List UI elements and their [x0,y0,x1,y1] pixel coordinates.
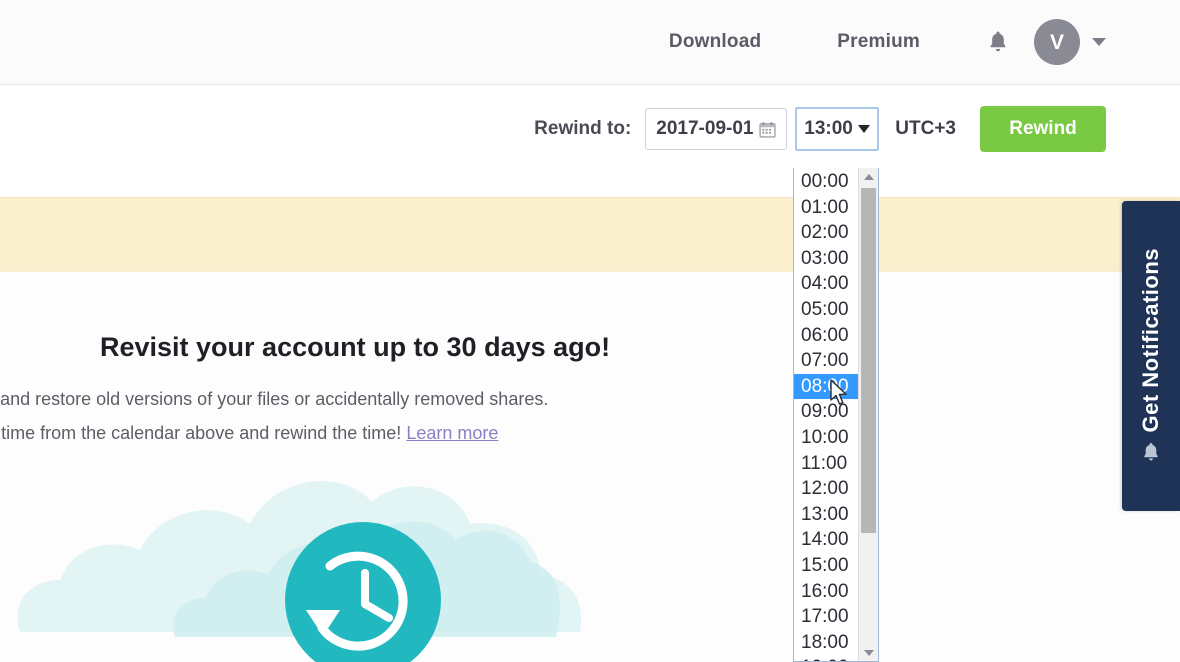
rewind-to-label: Rewind to: [534,118,632,139]
time-option[interactable]: 08:00 [794,373,858,400]
nav-download[interactable]: Download [631,31,799,53]
user-menu[interactable]: V [1034,19,1108,65]
main-content: Revisit your account up to 30 days ago! … [0,272,1180,662]
avatar: V [1034,19,1080,65]
time-option[interactable]: 14:00 [794,527,858,553]
time-option[interactable]: 11:00 [794,451,858,477]
page-title: Revisit your account up to 30 days ago! [100,332,611,362]
time-option[interactable]: 19:00 [794,655,858,661]
description-text: helps you find and restore old versions … [0,382,884,450]
date-input[interactable]: 2017-09-01 [645,108,788,150]
top-navigation: Download Premium V [631,0,1108,84]
description-line-1: helps you find and restore old versions … [0,389,549,409]
top-header-bar: Download Premium V [0,0,1180,85]
time-option[interactable]: 15:00 [794,553,858,579]
bell-icon [990,31,1006,52]
get-notifications-label: Get Notifications [1138,247,1163,433]
scroll-down-button[interactable] [859,644,878,661]
time-dropdown-list[interactable]: 00:00 01:00 02:00 03:00 04:00 05:00 06:00 07:00… [793,168,879,662]
time-dropdown-options: 00:00 01:00 02:00 03:00 04:00 05:00 06:00 07:00… [794,168,858,661]
notice-banner [0,197,1180,272]
time-option[interactable]: 03:00 [794,246,858,272]
app-page: Download Premium V Rewind to: 2017-09-01 [0,0,1180,662]
calendar-icon[interactable] [759,121,776,138]
notifications-button[interactable] [958,30,1034,54]
time-option[interactable]: 18:00 [794,630,858,656]
time-select-value: 13:00 [804,118,853,139]
time-option[interactable]: 12:00 [794,476,858,502]
rewind-controls: Rewind to: 2017-09-01 13:00 UTC+3 Rewind [534,106,1106,152]
time-option[interactable]: 04:00 [794,271,858,297]
learn-more-link[interactable]: Learn more [406,423,498,443]
chevron-down-icon [858,125,871,133]
nav-premium[interactable]: Premium [799,31,958,53]
scroll-up-button[interactable] [859,168,878,185]
chevron-down-icon[interactable] [1092,38,1106,46]
time-select[interactable]: 13:00 [795,107,880,151]
get-notifications-tab[interactable]: Get Notifications [1122,201,1180,511]
description-line-2: ick a date and time from the calendar ab… [0,423,402,443]
time-option[interactable]: 06:00 [794,323,858,349]
triangle-down-icon [863,649,874,656]
dropdown-scrollbar[interactable] [858,168,878,661]
time-option[interactable]: 13:00 [794,502,858,528]
time-option[interactable]: 00:00 [794,169,858,195]
scrollbar-thumb[interactable] [861,188,876,533]
time-option[interactable]: 01:00 [794,195,858,221]
time-option[interactable]: 02:00 [794,220,858,246]
rewind-button[interactable]: Rewind [980,106,1106,152]
description-line-2-wrap: ick a date and time from the calendar ab… [0,416,884,450]
time-option[interactable]: 05:00 [794,297,858,323]
date-input-value: 2017-09-01 [656,118,754,139]
time-option[interactable]: 16:00 [794,579,858,605]
time-option[interactable]: 09:00 [794,399,858,425]
bell-icon [1144,443,1158,461]
time-option[interactable]: 10:00 [794,425,858,451]
triangle-up-icon [863,173,874,180]
illustration [0,432,760,662]
cloud-illustration [17,480,582,662]
timezone-label: UTC+3 [895,118,956,139]
rewind-toolbar: Rewind to: 2017-09-01 13:00 UTC+3 Rewind [0,85,1180,197]
time-option[interactable]: 07:00 [794,348,858,374]
time-option[interactable]: 17:00 [794,604,858,630]
